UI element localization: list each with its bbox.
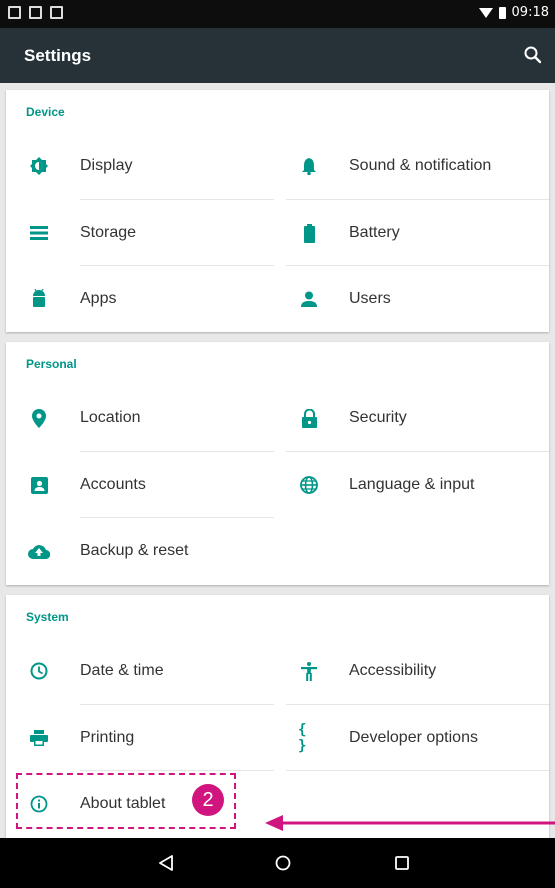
settings-item-label: Language & input: [349, 476, 475, 493]
settings-item-label: Accessibility: [349, 662, 437, 679]
pointer-arrow: [265, 815, 555, 831]
settings-item-storage[interactable]: Storage: [6, 200, 274, 266]
settings-item-sound[interactable]: Sound & notification: [286, 133, 549, 199]
page-title: Settings: [24, 46, 92, 65]
recents-square-icon: [395, 856, 409, 870]
app-bar: Settings: [0, 28, 555, 83]
settings-item-label: Storage: [80, 224, 137, 241]
settings-item-label: Developer options: [349, 729, 478, 746]
settings-item-label: Backup & reset: [80, 542, 189, 559]
section-title-personal: Personal: [26, 357, 77, 371]
settings-item-label: Location: [80, 409, 141, 426]
lock-icon: [298, 407, 320, 429]
settings-item-apps[interactable]: Apps: [6, 266, 274, 332]
clock: 09:18: [511, 5, 549, 20]
clock-icon: [28, 660, 50, 682]
status-bar: 09:18: [0, 0, 555, 28]
section-title-system: System: [26, 610, 69, 624]
settings-item-date-time[interactable]: Date & time: [6, 638, 274, 704]
search-icon[interactable]: [523, 45, 543, 65]
system-indicators: 09:18: [478, 5, 549, 20]
printer-icon: [28, 727, 50, 749]
globe-icon: [298, 474, 320, 496]
home-circle-icon: [275, 855, 291, 871]
settings-item-label: Display: [80, 157, 133, 174]
settings-item-label: Printing: [80, 729, 135, 746]
section-title-device: Device: [26, 105, 65, 119]
back-button[interactable]: [153, 850, 179, 876]
settings-item-label: Apps: [80, 290, 117, 307]
settings-item-label: Accounts: [80, 476, 146, 493]
settings-item-label: Date & time: [80, 662, 164, 679]
bell-icon: [298, 155, 320, 177]
personal-section: Personal Location Security Accounts Lang…: [6, 342, 549, 585]
cloud-upload-icon: [28, 540, 50, 562]
settings-item-label: Users: [349, 290, 391, 307]
location-pin-icon: [28, 407, 50, 429]
settings-item-label: Battery: [349, 224, 400, 241]
android-icon: [28, 288, 50, 310]
settings-item-backup[interactable]: Backup & reset: [6, 518, 274, 584]
row-divider: [286, 770, 549, 771]
wifi-icon: [478, 7, 493, 18]
person-icon: [298, 288, 320, 310]
battery-status-icon: [498, 6, 506, 19]
settings-item-security[interactable]: Security: [286, 385, 549, 451]
device-section: Device Display Sound & notification Stor…: [6, 90, 549, 332]
settings-item-language[interactable]: Language & input: [286, 452, 549, 518]
settings-item-accounts[interactable]: Accounts: [6, 452, 274, 518]
storage-icon: [28, 222, 50, 244]
notification-icons: [8, 6, 63, 19]
brightness-icon: [28, 155, 50, 177]
settings-item-label: Sound & notification: [349, 157, 492, 174]
account-box-icon: [28, 474, 50, 496]
curly-braces-icon: { }: [298, 722, 307, 754]
recents-button[interactable]: [389, 850, 415, 876]
back-triangle-icon: [159, 855, 173, 871]
battery-icon: [298, 222, 320, 244]
settings-item-developer-options[interactable]: { } Developer options: [286, 705, 549, 771]
screenshot-notification-icon: [8, 6, 21, 19]
settings-item-location[interactable]: Location: [6, 385, 274, 451]
accessibility-icon: [298, 660, 320, 682]
settings-item-printing[interactable]: Printing: [6, 705, 274, 771]
settings-item-label: Security: [349, 409, 407, 426]
home-button[interactable]: [270, 850, 296, 876]
settings-item-battery[interactable]: Battery: [286, 200, 549, 266]
settings-item-users[interactable]: Users: [286, 266, 549, 332]
settings-item-accessibility[interactable]: Accessibility: [286, 638, 549, 704]
download-notification-icon: [29, 6, 42, 19]
step-badge: 2: [192, 784, 224, 816]
image-notification-icon: [50, 6, 63, 19]
settings-item-display[interactable]: Display: [6, 133, 274, 199]
navigation-bar: [0, 838, 555, 888]
